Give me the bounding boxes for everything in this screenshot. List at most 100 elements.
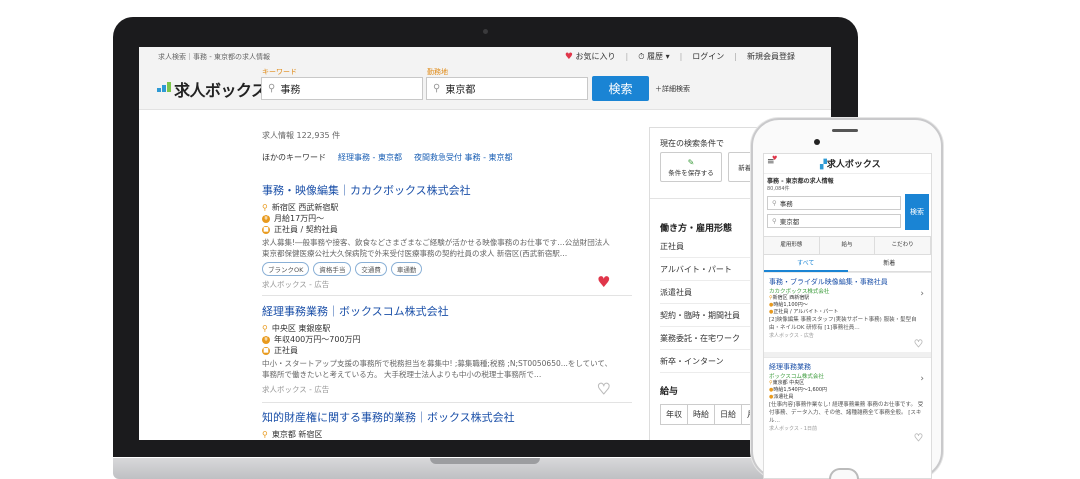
location-pin-icon: ⚲ — [433, 83, 441, 94]
keyword-input[interactable]: ⚲ 事務 — [261, 77, 423, 100]
favorites-link[interactable]: ♥ お気に入り — [565, 51, 616, 62]
phone-screen: ≡ ♥ ▞求人ボックス 事務 - 東京都の求人情報 80,084件 ⚲ 事務 ⚲ 東… — [763, 153, 932, 479]
phone-location-input[interactable]: ⚲ 東京都 — [767, 214, 901, 228]
heart-icon: ♥ — [772, 155, 778, 162]
phone-filters: 雇用形態 給与 こだわり — [764, 236, 931, 255]
job-salary: ¥ 年収400万円〜700万円 — [262, 334, 622, 345]
location-pin-icon: ⚲ — [772, 217, 777, 225]
phone-job-description: [2]映像編集 事務スタッフ(実装サポート事務) 服装・髪型自由・ネイルOK 研… — [769, 317, 917, 331]
job-tag: ブランクOK — [262, 262, 310, 276]
phone-keyword-input[interactable]: ⚲ 事務 — [767, 196, 901, 210]
job-source: 求人ボックス - 広告 — [262, 385, 330, 394]
heart-icon: ♥ — [564, 52, 573, 62]
location-label: 勤務地 — [427, 68, 448, 76]
current-conditions-label: 現在の検索条件で — [660, 139, 724, 148]
phone-job-description: [仕事内容]事務作業なし! 経理事務業務 事務のお仕事です。 受付事務、データ入… — [769, 402, 924, 424]
phone-job-card[interactable]: 事務・ブライダル映像編集・事務社員 カカクボックス株式会社 ⚲新宿区 西新宿駅 … — [764, 272, 931, 352]
job-card[interactable]: 事務・映像編集｜カカクボックス株式会社 ⚲ 新宿区 西武新宿駅 ¥ 月給17万円〜 … — [262, 182, 622, 290]
phone-job-location: ⚲新宿区 西新宿駅 — [769, 295, 926, 302]
phone-job-source: 求人ボックス - 広告 — [769, 333, 814, 339]
salary-tab[interactable]: 時給 — [687, 404, 715, 425]
register-link[interactable]: 新規会員登録 — [747, 51, 795, 62]
favorites-label: お気に入り — [575, 52, 616, 61]
location-input[interactable]: ⚲ 東京都 — [426, 77, 588, 100]
phone-camera — [814, 139, 820, 145]
phone-job-employment-text: 派遣社員 — [773, 394, 794, 400]
favorite-heart-icon[interactable]: ♥ — [597, 273, 610, 291]
phone-job-location-text: 新宿区 西新宿駅 — [772, 295, 810, 301]
login-link[interactable]: ログイン — [692, 51, 724, 62]
top-nav: ♥ お気に入り | ⏱ 履歴 ▾ | ログイン | 新規会員登録 — [565, 51, 795, 62]
job-salary-text: 年収400万円〜700万円 — [274, 335, 361, 344]
detail-search-link[interactable]: ＋詳細検索 — [655, 84, 690, 94]
phone-job-card[interactable]: 経理事務業務 ボックスコム株式会社 ⚲東京都 中央区 ●時給1,540円〜1,6… — [764, 357, 931, 447]
favorite-heart-outline-icon[interactable]: ♥ — [914, 339, 924, 351]
job-title[interactable]: 経理事務業務｜ボックスコム株式会社 — [262, 303, 622, 319]
nav-separator: | — [679, 52, 683, 61]
phone-job-title[interactable]: 事務・ブライダル映像編集・事務社員 — [769, 277, 926, 287]
clock-icon: ⏱ — [638, 52, 645, 61]
phone-location-value: 東京都 — [779, 218, 800, 226]
other-keywords: ほかのキーワード 経理事務 - 東京都 夜間救急受付 事務 - 東京都 — [262, 152, 513, 163]
job-card[interactable]: 知的財産権に関する事務的業務｜ボックス株式会社 ⚲ 東京都 新宿区 — [262, 409, 622, 440]
chevron-down-icon: ▾ — [665, 52, 670, 61]
phone-job-salary: ●時給1,100円〜 — [769, 302, 926, 309]
job-salary-text: 月給17万円〜 — [274, 214, 325, 223]
divider — [262, 295, 632, 296]
other-keywords-label: ほかのキーワード — [262, 153, 326, 162]
job-location-text: 東京都 新宿区 — [271, 430, 323, 439]
salary-heading: 給与 — [660, 387, 679, 397]
job-description: 求人募集!―般事務や接客、飲食などさまざまなご経験が活かせる映像事務のお仕事です… — [262, 238, 610, 258]
phone-job-company: カカクボックス株式会社 — [769, 289, 830, 295]
job-tag: 交通費 — [355, 262, 387, 276]
job-employment: ■ 正社員 / 契約社員 — [262, 224, 622, 235]
job-location: ⚲ 東京都 新宿区 — [262, 429, 622, 440]
phone-job-location-text: 東京都 中央区 — [772, 380, 805, 386]
site-logo[interactable]: 求人ボックス — [157, 77, 267, 101]
search-icon: ⚲ — [772, 199, 777, 207]
phone-job-source: 求人ボックス - 1日前 — [769, 426, 818, 432]
location-pin-icon: ⚲ — [262, 324, 268, 333]
salary-tab[interactable]: 年収 — [660, 404, 688, 425]
favorite-heart-outline-icon[interactable]: ♥ — [596, 380, 610, 399]
phone-job-company: ボックスコム株式会社 — [769, 374, 824, 380]
filter-salary[interactable]: 給与 — [820, 237, 876, 254]
briefcase-icon: ■ — [262, 346, 270, 355]
job-tag: 車通勤 — [390, 262, 423, 276]
filter-preferences[interactable]: こだわり — [875, 237, 931, 254]
favorite-heart-outline-icon[interactable]: ♥ — [914, 433, 924, 445]
history-link[interactable]: ⏱ 履歴 ▾ — [638, 51, 669, 62]
phone-search: ⚲ 事務 ⚲ 東京都 検索 — [764, 194, 931, 232]
job-location-text: 中央区 東銀座駅 — [271, 324, 331, 333]
phone-job-title[interactable]: 経理事務業務 — [769, 362, 926, 372]
tab-all[interactable]: すべて — [764, 255, 848, 272]
phone-job-salary: ●時給1,540円〜1,600円 — [769, 387, 926, 394]
filter-employment[interactable]: 雇用形態 — [764, 237, 820, 254]
job-title[interactable]: 知的財産権に関する事務的業務｜ボックス株式会社 — [262, 409, 622, 425]
phone-search-button[interactable]: 検索 — [905, 194, 929, 230]
save-condition-label: 条件を保存する — [668, 168, 714, 177]
phone-logo[interactable]: ▞求人ボックス — [820, 157, 881, 170]
job-card[interactable]: 経理事務業務｜ボックスコム株式会社 ⚲ 中央区 東銀座駅 ¥ 年収400万円〜700… — [262, 303, 622, 395]
yen-icon: ¥ — [262, 214, 270, 223]
phone-breadcrumb-area: 事務 - 東京都の求人情報 80,084件 — [764, 174, 931, 192]
phone-job-salary-text: 時給1,100円〜 — [773, 302, 808, 308]
search-button[interactable]: 検索 — [592, 76, 649, 101]
tab-new[interactable]: 新着 — [847, 255, 931, 272]
other-keyword-link[interactable]: 経理事務 - 東京都 — [338, 152, 402, 163]
laptop-notch — [430, 458, 540, 464]
other-keyword-link[interactable]: 夜間救急受付 事務 - 東京都 — [414, 152, 513, 163]
job-employment-text: 正社員 — [274, 346, 298, 355]
divider — [262, 402, 632, 403]
phone-keyword-value: 事務 — [779, 200, 793, 208]
briefcase-icon: ■ — [262, 225, 270, 234]
phone-home-button[interactable] — [829, 468, 859, 479]
save-condition-button[interactable]: ✎ 条件を保存する — [660, 152, 722, 182]
job-description: 中小・スタートアップ支援の事務所で税務担当を募集中! ;募集職種;税務 ;N;S… — [262, 359, 613, 379]
job-title[interactable]: 事務・映像編集｜カカクボックス株式会社 — [262, 182, 622, 198]
salary-tab[interactable]: 日給 — [714, 404, 742, 425]
breadcrumb: 求人検索｜事務 - 東京都の求人情報 — [158, 53, 270, 61]
job-location: ⚲ 中央区 東銀座駅 — [262, 323, 622, 334]
laptop-camera — [483, 29, 488, 34]
result-count: 求人情報 122,935 件 — [262, 131, 341, 140]
